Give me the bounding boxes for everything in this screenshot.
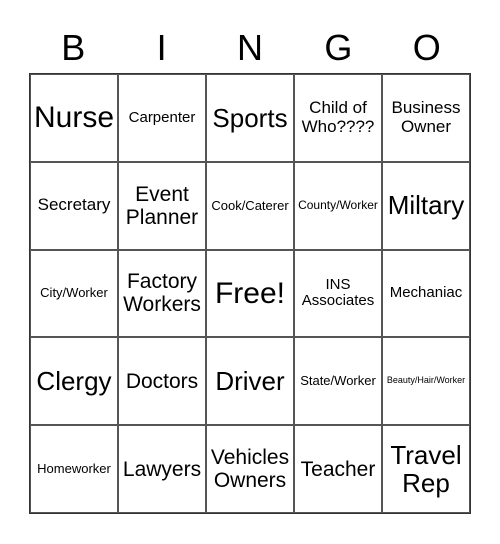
bingo-cell[interactable]: Beauty/Hair/Worker — [382, 337, 470, 426]
bingo-cell[interactable]: County/Worker — [294, 161, 382, 250]
bingo-cell[interactable]: Driver — [206, 337, 294, 426]
header-letter-o: O — [412, 27, 441, 68]
bingo-cell[interactable]: Clergy — [30, 337, 118, 426]
bingo-cell[interactable]: Teacher — [294, 425, 382, 513]
bingo-card-grid: Nurse Carpenter Sports Child of Who???? Busi… — [29, 73, 471, 514]
bingo-cell[interactable]: Business Owner — [382, 74, 470, 162]
bingo-cell[interactable]: Homeworker — [30, 425, 118, 513]
bingo-cell[interactable]: Mechaniac — [382, 249, 470, 338]
bingo-cell[interactable]: Sports — [206, 74, 294, 162]
header-letter-g: G — [324, 27, 353, 68]
bingo-cell[interactable]: Doctors — [118, 337, 206, 426]
bingo-cell[interactable]: Carpenter — [118, 74, 206, 162]
bingo-cell[interactable]: Lawyers — [118, 425, 206, 513]
header-letter-i: I — [156, 27, 167, 68]
bingo-cell-free-space[interactable]: Free! — [206, 249, 294, 338]
bingo-cell[interactable]: Child of Who???? — [294, 74, 382, 162]
bingo-cell[interactable]: State/Worker — [294, 337, 382, 426]
bingo-header: B I N G O — [29, 22, 471, 74]
bingo-cell[interactable]: Miltary — [382, 161, 470, 250]
bingo-cell[interactable]: Nurse — [30, 74, 118, 162]
header-letter-n: N — [236, 27, 263, 68]
bingo-cell[interactable]: Factory Workers — [118, 249, 206, 338]
bingo-cell[interactable]: Travel Rep — [382, 425, 470, 513]
bingo-cell[interactable]: City/Worker — [30, 249, 118, 338]
bingo-cell[interactable]: Cook/Caterer — [206, 161, 294, 250]
bingo-cell[interactable]: Vehicles Owners — [206, 425, 294, 513]
bingo-cell[interactable]: INS Associates — [294, 249, 382, 338]
header-letter-b: B — [61, 27, 86, 68]
bingo-cell[interactable]: Event Planner — [118, 161, 206, 250]
bingo-cell[interactable]: Secretary — [30, 161, 118, 250]
